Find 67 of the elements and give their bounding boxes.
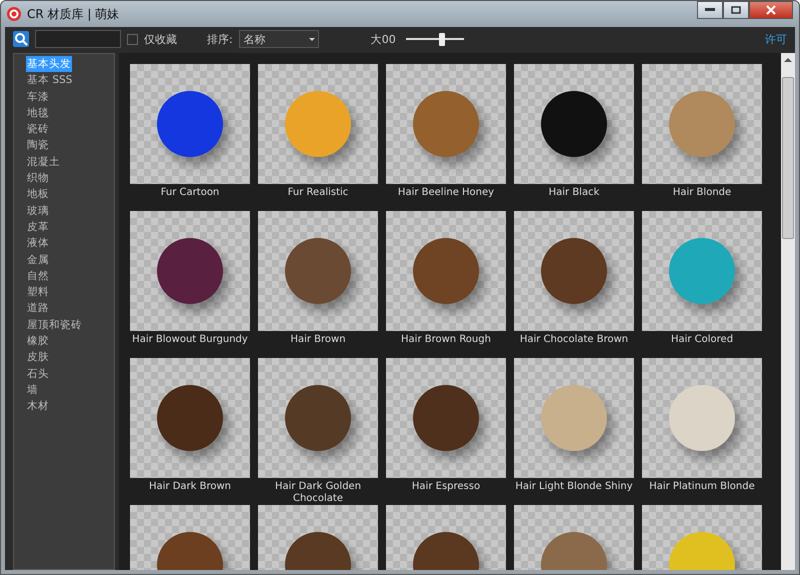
material-preview[interactable] [386, 358, 506, 478]
search-field[interactable] [35, 30, 121, 48]
sort-label: 排序: [207, 32, 233, 46]
category-item[interactable]: 橡胶 [26, 333, 50, 350]
minimize-icon [705, 8, 715, 12]
category-item[interactable]: 木材 [26, 398, 50, 415]
category-item[interactable]: 液体 [26, 235, 50, 252]
material-preview[interactable] [386, 211, 506, 331]
material-preview[interactable] [258, 211, 378, 331]
category-item[interactable]: 塑料 [26, 284, 50, 300]
size-label: 大00 [370, 32, 396, 46]
sort-dropdown[interactable]: 名称 [238, 30, 319, 48]
category-item[interactable]: 混凝土 [26, 154, 61, 170]
maximize-icon [731, 6, 741, 14]
category-item[interactable]: 自然 [26, 268, 50, 284]
category-item[interactable]: 屋顶和瓷砖 [26, 316, 83, 334]
category-item[interactable]: 地板 [26, 186, 50, 203]
material-name: Hair Light Blonde Shiny [514, 481, 634, 493]
material-preview[interactable] [514, 64, 634, 184]
category-item[interactable]: 金属 [26, 252, 50, 268]
material-preview[interactable] [130, 358, 250, 478]
material-name: Hair Beeline Honey [396, 187, 496, 199]
license-link[interactable]: 许可 [765, 32, 787, 46]
material-name: Hair Brown Rough [400, 334, 492, 346]
material-preview[interactable] [130, 211, 250, 331]
material-name: Hair Espresso [410, 481, 482, 493]
material-preview[interactable] [130, 64, 250, 184]
material-name: Hair Platinum Blonde [648, 481, 756, 493]
scroll-up-icon[interactable] [784, 57, 792, 63]
close-button[interactable] [749, 1, 793, 19]
material-name: Hair Brown [289, 334, 347, 346]
minimize-button[interactable] [697, 1, 723, 19]
category-item[interactable]: 基本 SSS [26, 72, 74, 89]
category-item[interactable]: 车漆 [26, 88, 50, 105]
category-item[interactable]: 地毯 [26, 104, 50, 122]
category-item[interactable]: 墙 [26, 382, 39, 398]
category-item[interactable]: 玻璃 [26, 202, 50, 219]
scrollbar[interactable] [781, 53, 795, 570]
scroll-thumb[interactable] [782, 77, 794, 239]
favorites-label: 仅收藏 [144, 32, 177, 46]
material-preview[interactable] [258, 358, 378, 478]
category-item[interactable]: 基本头发 [26, 56, 72, 72]
material-name: Fur Cartoon [160, 187, 220, 199]
window-title: CR 材质库 | 萌妹 [27, 6, 120, 22]
material-name: Hair Dark Golden Chocolate [274, 481, 362, 505]
category-item[interactable]: 道路 [26, 300, 50, 317]
favorites-checkbox[interactable] [127, 34, 138, 44]
close-icon [766, 5, 776, 15]
slider-thumb[interactable] [438, 32, 445, 46]
dropdown-caret-icon [308, 38, 315, 40]
material-name: Fur Realistic [286, 187, 350, 199]
search-icon[interactable] [13, 31, 29, 47]
category-item[interactable]: 织物 [26, 170, 50, 186]
category-item[interactable]: 瓷砖 [26, 121, 50, 138]
category-item[interactable]: 陶瓷 [26, 137, 50, 154]
category-item[interactable]: 石头 [26, 366, 50, 382]
material-name: Hair Blonde [672, 187, 732, 199]
material-name: Hair Black [548, 187, 600, 199]
material-name: Hair Colored [670, 334, 734, 346]
app-logo-icon [7, 7, 21, 21]
material-preview[interactable] [514, 211, 634, 331]
material-name: Hair Dark Brown [148, 481, 232, 493]
material-name: Hair Chocolate Brown [518, 334, 630, 346]
category-item[interactable]: 皮革 [26, 218, 50, 236]
maximize-button[interactable] [723, 1, 749, 19]
material-name: Hair Blowout Burgundy [131, 334, 249, 346]
category-item[interactable]: 皮肤 [26, 349, 50, 366]
